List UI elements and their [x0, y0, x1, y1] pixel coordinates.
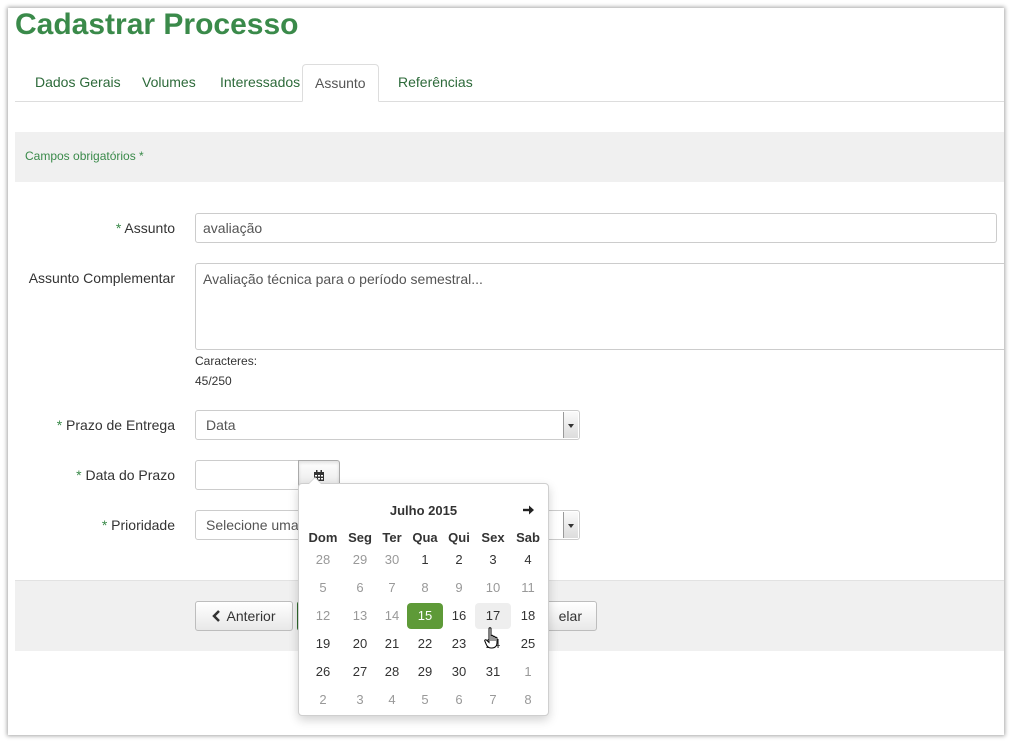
- tab-interessados[interactable]: Interessados: [208, 64, 312, 100]
- calendar-day[interactable]: 5: [305, 575, 341, 601]
- calendar-day[interactable]: 2: [441, 547, 477, 573]
- data-prazo-input[interactable]: [195, 460, 300, 490]
- calendar-day[interactable]: 6: [342, 575, 378, 601]
- prazo-entrega-selected: Data: [206, 417, 236, 433]
- calendar-day[interactable]: 1: [407, 547, 443, 573]
- weekday-header: Sab: [516, 530, 540, 545]
- calendar-day[interactable]: 1: [510, 659, 546, 685]
- calendar-day[interactable]: 20: [342, 631, 378, 657]
- assunto-complementar-textarea[interactable]: Avaliação técnica para o período semestr…: [195, 263, 1004, 350]
- calendar-day[interactable]: 8: [407, 575, 443, 601]
- calendar-day[interactable]: 28: [305, 547, 341, 573]
- calendar-day[interactable]: 16: [441, 603, 477, 629]
- calendar-day[interactable]: 6: [441, 687, 477, 713]
- calendar-day[interactable]: 30: [441, 659, 477, 685]
- previous-button[interactable]: Anterior: [195, 601, 293, 631]
- calendar-day[interactable]: 11: [510, 575, 546, 601]
- calendar-day[interactable]: 7: [475, 687, 511, 713]
- calendar-day[interactable]: 9: [441, 575, 477, 601]
- hand-cursor-icon: [484, 627, 498, 649]
- tab-dados-gerais[interactable]: Dados Gerais: [23, 64, 133, 100]
- calendar-day[interactable]: 29: [407, 659, 443, 685]
- calendar-day[interactable]: 21: [374, 631, 410, 657]
- calendar-day[interactable]: 5: [407, 687, 443, 713]
- data-prazo-label-text: Data do Prazo: [85, 467, 176, 483]
- calendar-day[interactable]: 27: [342, 659, 378, 685]
- calendar-day[interactable]: 4: [374, 687, 410, 713]
- calendar-day[interactable]: 26: [305, 659, 341, 685]
- calendar-day[interactable]: 8: [510, 687, 546, 713]
- required-star: *: [101, 517, 108, 533]
- prioridade-label-text: Prioridade: [111, 517, 175, 533]
- cancel-button-label: elar: [558, 608, 582, 624]
- required-star: *: [115, 220, 122, 236]
- required-star: *: [76, 467, 82, 483]
- prazo-entrega-select[interactable]: Data: [195, 410, 580, 440]
- weekday-header: Ter: [382, 530, 402, 545]
- weekday-header: Seg: [348, 530, 372, 545]
- required-star: *: [56, 417, 63, 433]
- calendar-day[interactable]: 12: [305, 603, 341, 629]
- assunto-input[interactable]: avaliação: [195, 213, 997, 243]
- chevron-down-icon[interactable]: [563, 412, 578, 438]
- weekday-header: Sex: [481, 530, 505, 545]
- tab-volumes[interactable]: Volumes: [130, 64, 208, 100]
- calendar-day[interactable]: 28: [374, 659, 410, 685]
- calendar-day[interactable]: 19: [305, 631, 341, 657]
- calendar-day[interactable]: 31: [475, 659, 511, 685]
- calendar-day[interactable]: 14: [374, 603, 410, 629]
- prioridade-selected: Selecione uma: [206, 517, 299, 533]
- datepicker-caret: [308, 477, 322, 484]
- required-fields-bar: Campos obrigatórios *: [15, 132, 1004, 182]
- calendar-day[interactable]: 2: [305, 687, 341, 713]
- assunto-label: * Assunto: [8, 220, 175, 236]
- char-counter-label: Caracteres:: [195, 354, 258, 368]
- tab-referencias[interactable]: Referências: [386, 64, 485, 100]
- weekday-header: Qua: [412, 530, 438, 545]
- calendar-day[interactable]: 17: [475, 603, 511, 629]
- calendar-day[interactable]: 25: [510, 631, 546, 657]
- calendar-day[interactable]: 3: [475, 547, 511, 573]
- datepicker-popup: Julho 2015 Dom Seg Ter Qua Qui Sex Sab 28 29 30 1 2…: [298, 477, 549, 716]
- datepicker-month-label: Julho 2015: [389, 503, 458, 518]
- prioridade-label: * Prioridade: [8, 517, 175, 533]
- weekday-header: Qui: [448, 530, 470, 545]
- tab-assunto[interactable]: Assunto: [302, 64, 379, 102]
- calendar-day[interactable]: 7: [374, 575, 410, 601]
- calendar-day[interactable]: 15: [407, 603, 443, 629]
- prazo-entrega-label: * Prazo de Entrega: [8, 417, 175, 433]
- chevron-down-icon[interactable]: [563, 512, 578, 538]
- arrow-right-icon[interactable]: [521, 502, 537, 518]
- prazo-entrega-label-text: Prazo de Entrega: [66, 417, 175, 433]
- calendar-day[interactable]: 23: [441, 631, 477, 657]
- char-counter-value: 45/250: [195, 374, 232, 388]
- chevron-left-icon: [212, 610, 221, 622]
- weekday-header: Dom: [308, 530, 338, 545]
- page-title: Cadastrar Processo: [15, 8, 299, 41]
- required-fields-notice: Campos obrigatórios *: [25, 149, 144, 163]
- assunto-complementar-label: Assunto Complementar: [28, 270, 175, 286]
- previous-button-label: Anterior: [226, 608, 276, 624]
- assunto-label-text: Assunto: [124, 220, 175, 236]
- calendar-day[interactable]: 18: [510, 603, 546, 629]
- calendar-day[interactable]: 4: [510, 547, 546, 573]
- data-prazo-label: * Data do Prazo: [8, 467, 175, 483]
- calendar-day[interactable]: 3: [342, 687, 378, 713]
- tab-bar: Dados Gerais Volumes Interessados Assunt…: [15, 64, 1004, 102]
- calendar-day[interactable]: 29: [342, 547, 378, 573]
- calendar-day[interactable]: 10: [475, 575, 511, 601]
- calendar-day[interactable]: 22: [407, 631, 443, 657]
- calendar-day[interactable]: 13: [342, 603, 378, 629]
- calendar-day[interactable]: 30: [374, 547, 410, 573]
